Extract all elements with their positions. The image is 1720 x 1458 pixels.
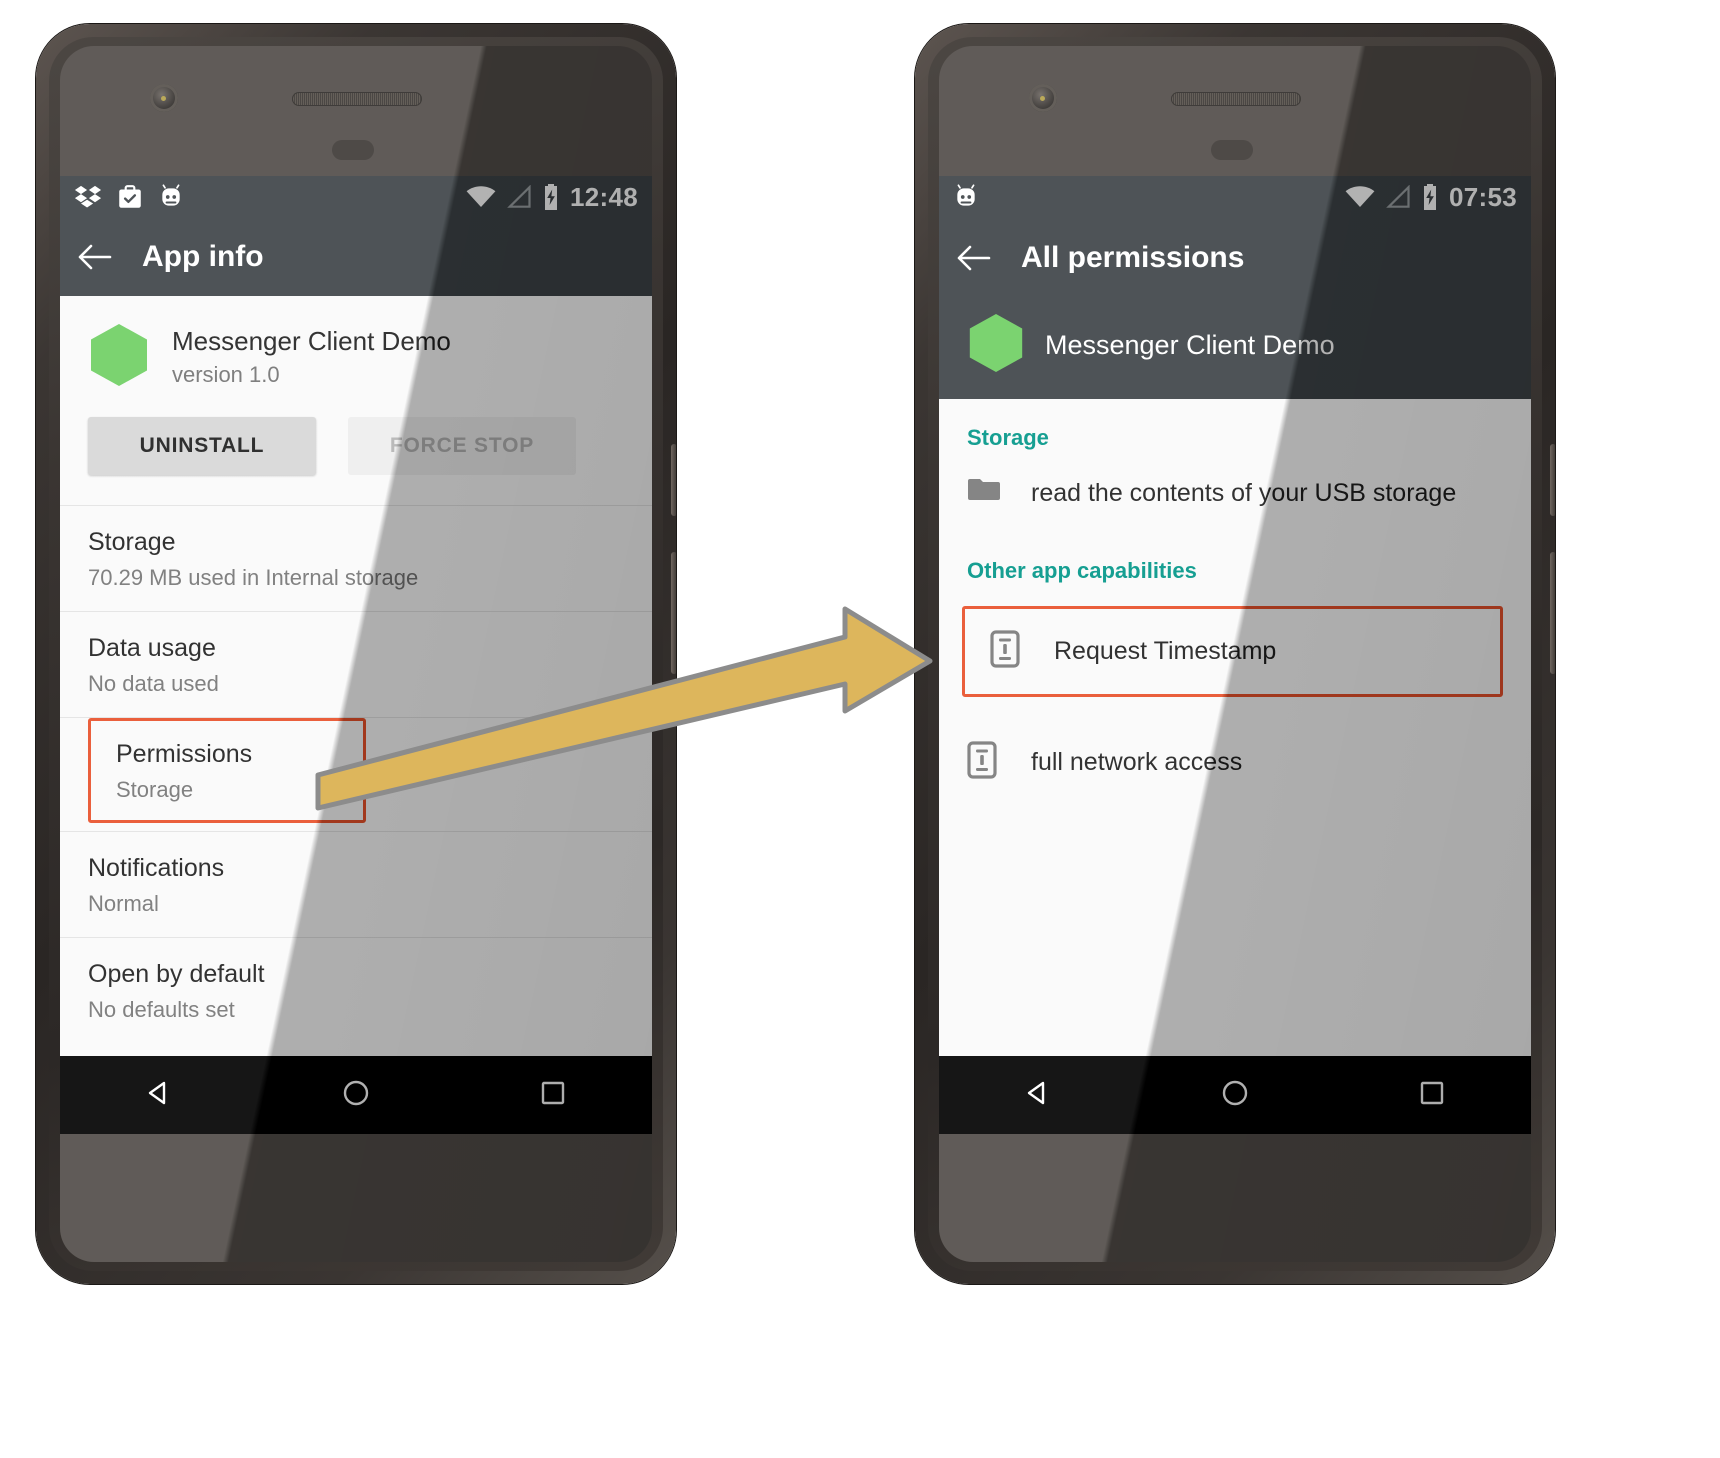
right-phone-screen: 07:53 All permissions Messenger Client D…: [939, 176, 1531, 1134]
battery-charging-icon: [542, 184, 560, 210]
right-toolbar: All permissions: [939, 218, 1531, 298]
earpiece-speaker: [292, 92, 422, 106]
permission-label: Request Timestamp: [1054, 637, 1277, 665]
proximity-sensor: [332, 140, 374, 160]
android-head-icon: [953, 184, 979, 210]
front-camera-icon: [150, 84, 178, 112]
row-subtitle: No data used: [88, 671, 219, 696]
app-name: Messenger Client Demo: [172, 325, 451, 356]
settings-row-notifications[interactable]: Notifications Normal: [60, 831, 652, 937]
app-version: version 1.0: [172, 362, 280, 388]
permission-label: read the contents of your USB storage: [1031, 479, 1457, 507]
recents-nav-icon[interactable]: [1415, 1076, 1449, 1115]
app-header-text: Messenger Client Demo version 1.0: [172, 325, 451, 388]
row-title: Permissions: [116, 740, 253, 768]
left-navigation-bar: [60, 1056, 652, 1134]
section-header-storage: Storage: [967, 425, 1049, 450]
left-volume-button[interactable]: [671, 552, 676, 674]
battery-charging-icon: [1421, 184, 1439, 210]
back-arrow-icon[interactable]: [78, 242, 112, 272]
uninstall-button[interactable]: UNINSTALL: [88, 417, 316, 475]
back-nav-icon[interactable]: [1021, 1076, 1055, 1115]
right-status-bar-icons: [953, 184, 979, 210]
front-camera-icon: [1029, 84, 1057, 112]
info-device-icon: [990, 630, 1024, 673]
left-power-button[interactable]: [671, 444, 676, 516]
row-title: Storage: [88, 528, 176, 556]
home-nav-icon[interactable]: [339, 1076, 373, 1115]
permission-item-request-timestamp[interactable]: Request Timestamp: [962, 606, 1503, 697]
row-title: Notifications: [88, 854, 225, 882]
right-volume-button[interactable]: [1550, 552, 1555, 674]
right-phone-face: 07:53 All permissions Messenger Client D…: [939, 46, 1531, 1262]
dropbox-icon: [74, 183, 102, 211]
hexagon-app-icon: [88, 322, 150, 393]
row-subtitle: 70.29 MB used in Internal storage: [88, 565, 419, 590]
back-arrow-icon[interactable]: [957, 243, 991, 273]
right-navigation-bar: [939, 1056, 1531, 1134]
status-bar-clock: 07:53: [1449, 181, 1517, 212]
right-power-button[interactable]: [1550, 444, 1555, 516]
row-subtitle: No defaults set: [88, 997, 235, 1022]
signal-icon: [506, 184, 532, 209]
row-subtitle: Normal: [88, 891, 159, 916]
settings-row-permissions-wrap: Permissions Storage: [60, 717, 652, 823]
right-status-bar-right: 07:53: [1345, 182, 1517, 213]
permission-item-full-network-access[interactable]: full network access: [939, 715, 1531, 810]
app-header: Messenger Client Demo version 1.0: [60, 296, 652, 417]
screenshot-root: 12:48 App info Messenger Client Demo ver…: [0, 0, 1720, 1458]
wifi-icon: [466, 185, 496, 209]
left-phone-face: 12:48 App info Messenger Client Demo ver…: [60, 46, 652, 1262]
settings-row-open-by-default[interactable]: Open by default No defaults set: [60, 937, 652, 1043]
permissions-app-bar: Messenger Client Demo: [939, 298, 1531, 399]
left-phone-screen: 12:48 App info Messenger Client Demo ver…: [60, 176, 652, 1134]
back-nav-icon[interactable]: [142, 1076, 176, 1115]
settings-row-storage[interactable]: Storage 70.29 MB used in Internal storag…: [60, 505, 652, 611]
earpiece-speaker: [1171, 92, 1301, 106]
left-phone-device: 12:48 App info Messenger Client Demo ver…: [36, 24, 676, 1284]
permission-item-usb-storage[interactable]: read the contents of your USB storage: [939, 451, 1531, 536]
permission-label: full network access: [1031, 748, 1243, 776]
proximity-sensor: [1211, 140, 1253, 160]
section-header-other-capabilities: Other app capabilities: [967, 558, 1197, 583]
right-status-bar: 07:53: [939, 176, 1531, 218]
settings-row-permissions[interactable]: Permissions Storage: [88, 718, 366, 823]
wifi-icon: [1345, 185, 1375, 209]
page-title: App info: [142, 240, 264, 273]
hexagon-app-icon: [967, 312, 1025, 379]
right-phone-device: 07:53 All permissions Messenger Client D…: [915, 24, 1555, 1284]
page-title: All permissions: [1021, 241, 1245, 274]
work-badge-icon: [117, 183, 143, 211]
left-toolbar: App info: [60, 218, 652, 296]
settings-row-data-usage[interactable]: Data usage No data used: [60, 611, 652, 717]
left-status-bar-right: 12:48: [466, 182, 638, 213]
info-device-icon: [967, 741, 1001, 784]
row-subtitle: Storage: [116, 777, 194, 802]
status-bar-clock: 12:48: [570, 181, 638, 212]
app-name: Messenger Client Demo: [1045, 330, 1335, 360]
android-head-icon: [158, 184, 184, 210]
row-title: Data usage: [88, 634, 216, 662]
left-status-bar: 12:48: [60, 176, 652, 218]
home-nav-icon[interactable]: [1218, 1076, 1252, 1115]
force-stop-button: FORCE STOP: [348, 417, 576, 475]
app-action-buttons: UNINSTALL FORCE STOP: [60, 417, 652, 505]
row-title: Open by default: [88, 960, 265, 988]
left-status-bar-icons: [74, 183, 184, 211]
recents-nav-icon[interactable]: [536, 1076, 570, 1115]
permissions-list: Storage read the contents of your USB st…: [939, 399, 1531, 1065]
signal-icon: [1385, 184, 1411, 209]
folder-icon: [967, 477, 1001, 510]
